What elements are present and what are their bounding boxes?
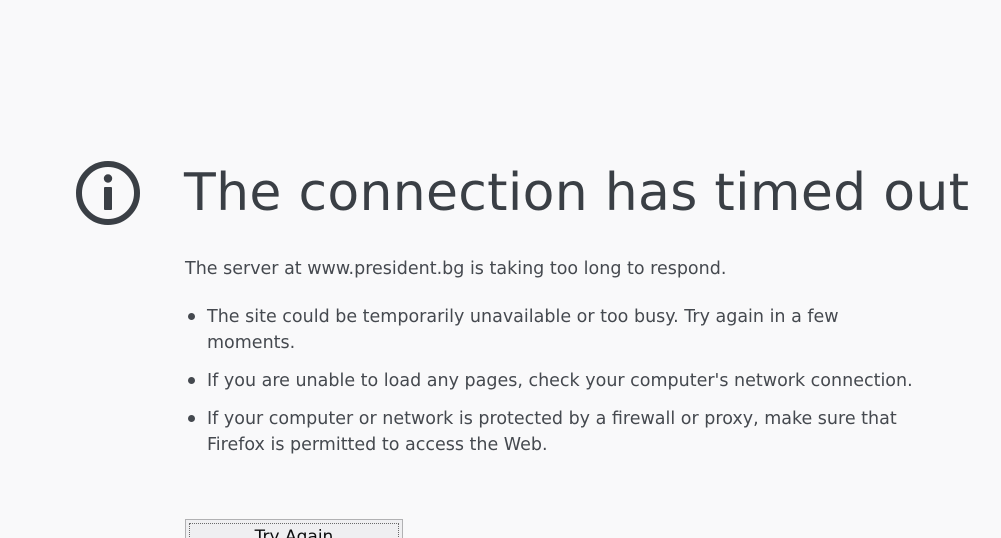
error-subtitle: The server at www.president.bg is taking…: [185, 259, 727, 279]
try-again-button[interactable]: Try Again: [185, 519, 403, 538]
reason-text: If your computer or network is protected…: [207, 409, 897, 455]
page-title: The connection has timed out: [184, 163, 970, 223]
list-item: If you are unable to load any pages, che…: [185, 368, 925, 394]
error-page: The connection has timed out The server …: [0, 0, 1001, 538]
list-item: If your computer or network is protected…: [185, 406, 925, 458]
try-again-label: Try Again: [189, 523, 399, 538]
info-icon: [75, 160, 141, 226]
reason-text: The site could be temporarily unavailabl…: [207, 307, 839, 353]
bullet-icon: [188, 377, 195, 384]
error-content: The server at www.president.bg is taking…: [185, 256, 925, 470]
list-item: The site could be temporarily unavailabl…: [185, 304, 925, 356]
reason-list: The site could be temporarily unavailabl…: [185, 304, 925, 458]
reason-text: If you are unable to load any pages, che…: [207, 371, 913, 391]
bullet-icon: [188, 415, 195, 422]
bullet-icon: [188, 313, 195, 320]
